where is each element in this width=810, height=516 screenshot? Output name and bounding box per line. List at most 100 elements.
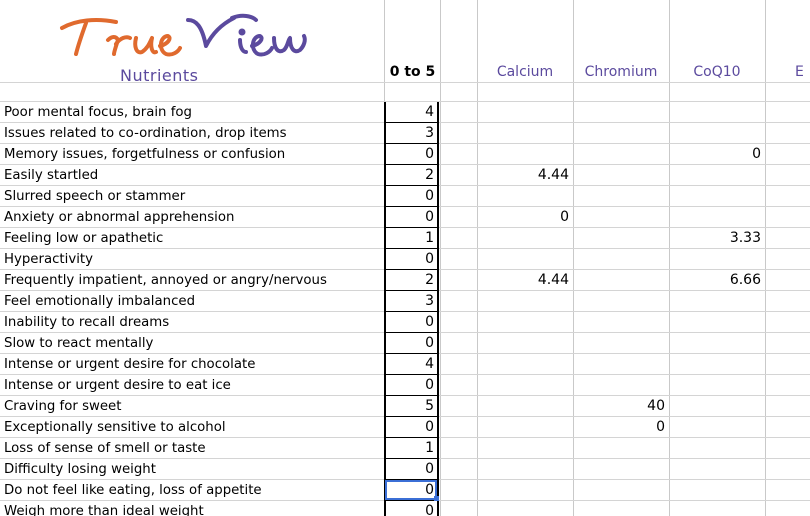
calcium-cell[interactable] [479, 102, 569, 123]
score-cell[interactable]: 2 [384, 165, 434, 186]
chromium-cell[interactable] [575, 186, 665, 207]
coq10-cell[interactable] [671, 291, 761, 312]
symptom-label[interactable]: Intense or urgent desire to eat ice [4, 375, 231, 396]
coq10-cell[interactable] [671, 165, 761, 186]
coq10-cell[interactable] [671, 417, 761, 438]
score-cell[interactable]: 0 [384, 375, 434, 396]
score-cell[interactable]: 5 [384, 396, 434, 417]
symptom-label[interactable]: Frequently impatient, annoyed or angry/n… [4, 270, 327, 291]
calcium-cell[interactable] [479, 186, 569, 207]
chromium-cell[interactable] [575, 144, 665, 165]
chromium-cell[interactable] [575, 207, 665, 228]
calcium-cell[interactable] [479, 459, 569, 480]
score-cell[interactable]: 4 [384, 102, 434, 123]
calcium-cell[interactable] [479, 228, 569, 249]
score-cell[interactable]: 0 [384, 501, 434, 516]
score-cell[interactable]: 0 [384, 312, 434, 333]
header-calcium[interactable]: Calcium [477, 62, 573, 82]
symptom-label[interactable]: Intense or urgent desire for chocolate [4, 354, 255, 375]
coq10-cell[interactable]: 0 [671, 144, 761, 165]
coq10-cell[interactable]: 3.33 [671, 228, 761, 249]
symptom-label[interactable]: Feel emotionally imbalanced [4, 291, 195, 312]
coq10-cell[interactable] [671, 333, 761, 354]
chromium-cell[interactable] [575, 249, 665, 270]
chromium-cell[interactable] [575, 312, 665, 333]
symptom-label[interactable]: Difficulty losing weight [4, 459, 156, 480]
chromium-cell[interactable] [575, 501, 665, 516]
chromium-cell[interactable] [575, 354, 665, 375]
score-cell[interactable]: 4 [384, 354, 434, 375]
coq10-cell[interactable] [671, 501, 761, 516]
calcium-cell[interactable] [479, 438, 569, 459]
calcium-cell[interactable] [479, 144, 569, 165]
chromium-cell[interactable] [575, 375, 665, 396]
score-cell[interactable]: 0 [384, 207, 434, 228]
chromium-cell[interactable] [575, 291, 665, 312]
calcium-cell[interactable]: 4.44 [479, 270, 569, 291]
symptom-label[interactable]: Craving for sweet [4, 396, 121, 417]
chromium-cell[interactable] [575, 270, 665, 291]
coq10-cell[interactable] [671, 249, 761, 270]
score-cell[interactable]: 1 [384, 228, 434, 249]
score-cell[interactable]: 0 [384, 333, 434, 354]
score-cell[interactable]: 0 [384, 144, 434, 165]
symptom-label[interactable]: Issues related to co-ordination, drop it… [4, 123, 287, 144]
header-next-column[interactable]: E [795, 62, 810, 82]
chromium-cell[interactable]: 0 [575, 417, 665, 438]
symptom-label[interactable]: Easily startled [4, 165, 98, 186]
symptom-label[interactable]: Inability to recall dreams [4, 312, 169, 333]
symptom-label[interactable]: Exceptionally sensitive to alcohol [4, 417, 226, 438]
coq10-cell[interactable] [671, 123, 761, 144]
symptom-label[interactable]: Anxiety or abnormal apprehension [4, 207, 234, 228]
chromium-cell[interactable] [575, 459, 665, 480]
chromium-cell[interactable] [575, 333, 665, 354]
symptom-label[interactable]: Feeling low or apathetic [4, 228, 163, 249]
selected-cell[interactable] [385, 480, 437, 500]
calcium-cell[interactable] [479, 396, 569, 417]
calcium-cell[interactable] [479, 375, 569, 396]
score-cell[interactable]: 3 [384, 291, 434, 312]
chromium-cell[interactable]: 40 [575, 396, 665, 417]
calcium-cell[interactable] [479, 354, 569, 375]
calcium-cell[interactable]: 0 [479, 207, 569, 228]
calcium-cell[interactable] [479, 291, 569, 312]
coq10-cell[interactable] [671, 438, 761, 459]
score-cell[interactable]: 1 [384, 438, 434, 459]
header-coq10[interactable]: CoQ10 [669, 62, 765, 82]
symptom-label[interactable]: Slurred speech or stammer [4, 186, 185, 207]
coq10-cell[interactable] [671, 396, 761, 417]
symptom-label[interactable]: Hyperactivity [4, 249, 93, 270]
calcium-cell[interactable] [479, 480, 569, 501]
coq10-cell[interactable] [671, 186, 761, 207]
symptom-label[interactable]: Poor mental focus, brain fog [4, 102, 192, 123]
chromium-cell[interactable] [575, 480, 665, 501]
coq10-cell[interactable] [671, 459, 761, 480]
coq10-cell[interactable] [671, 312, 761, 333]
coq10-cell[interactable] [671, 207, 761, 228]
coq10-cell[interactable]: 6.66 [671, 270, 761, 291]
score-cell[interactable]: 3 [384, 123, 434, 144]
calcium-cell[interactable] [479, 249, 569, 270]
calcium-cell[interactable] [479, 312, 569, 333]
coq10-cell[interactable] [671, 354, 761, 375]
coq10-cell[interactable] [671, 102, 761, 123]
chromium-cell[interactable] [575, 123, 665, 144]
score-cell[interactable]: 0 [384, 249, 434, 270]
chromium-cell[interactable] [575, 102, 665, 123]
score-cell[interactable]: 0 [384, 186, 434, 207]
calcium-cell[interactable] [479, 123, 569, 144]
score-cell[interactable]: 0 [384, 459, 434, 480]
fill-handle[interactable] [434, 496, 439, 501]
calcium-cell[interactable] [479, 501, 569, 516]
symptom-label[interactable]: Loss of sense of smell or taste [4, 438, 206, 459]
chromium-cell[interactable] [575, 228, 665, 249]
symptom-label[interactable]: Do not feel like eating, loss of appetit… [4, 480, 262, 501]
symptom-label[interactable]: Weigh more than ideal weight [4, 501, 204, 516]
calcium-cell[interactable] [479, 417, 569, 438]
chromium-cell[interactable] [575, 165, 665, 186]
header-score[interactable]: 0 to 5 [384, 62, 441, 82]
calcium-cell[interactable] [479, 333, 569, 354]
score-cell[interactable]: 2 [384, 270, 434, 291]
chromium-cell[interactable] [575, 438, 665, 459]
symptom-label[interactable]: Slow to react mentally [4, 333, 153, 354]
